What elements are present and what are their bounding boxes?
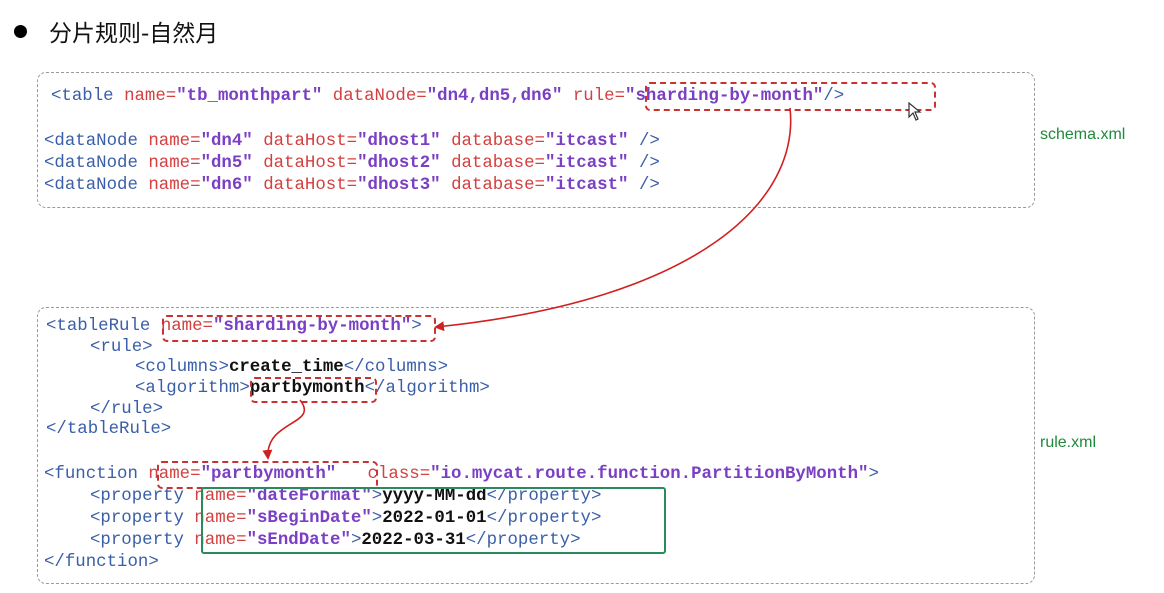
connector-arrows: [262, 107, 792, 460]
arrow-algorithm-to-function: [262, 399, 306, 460]
mouse-cursor-icon: [908, 102, 922, 121]
arrow-rule-to-tablerule: [434, 107, 792, 332]
